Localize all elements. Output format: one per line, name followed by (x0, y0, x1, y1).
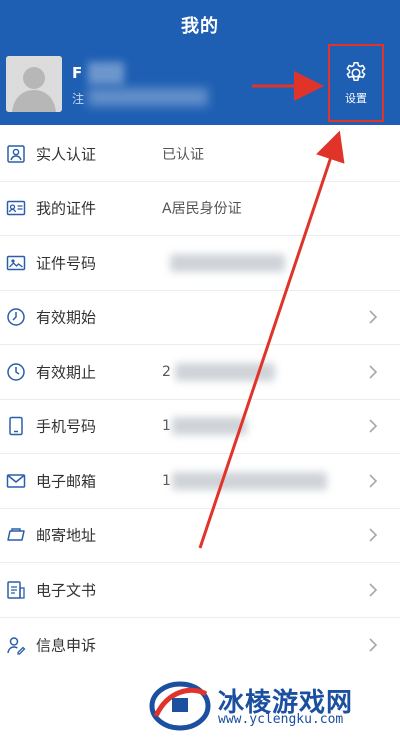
id-card-icon (7, 145, 25, 163)
list-item-valid-until[interactable]: 有效期止 2 (0, 345, 400, 400)
row-label: 邮寄地址 (36, 526, 97, 545)
chevron-right-icon (369, 583, 378, 597)
site-watermark: 冰棱游戏网 www.yclengku.com (148, 676, 398, 736)
list-item-mailing-address[interactable]: 邮寄地址 (0, 509, 400, 563)
row-label: 有效期始 (36, 308, 97, 327)
row-label: 有效期止 (36, 363, 97, 382)
user-name: F (72, 64, 83, 82)
info-list: 实人认证 已认证 我的证件 A居民身份证 证件号码 有效期始 有效期止 2 手机… (0, 127, 400, 672)
chevron-right-icon (369, 419, 378, 433)
row-label: 手机号码 (36, 417, 97, 436)
row-label: 电子文书 (36, 581, 97, 600)
list-item-e-documents[interactable]: 电子文书 (0, 563, 400, 618)
avatar[interactable] (6, 56, 62, 112)
row-label: 信息申诉 (36, 636, 97, 655)
subtitle-redaction (88, 88, 208, 106)
row-label: 实人认证 (36, 145, 97, 164)
settings-button[interactable]: 设置 (328, 44, 384, 122)
clock-icon (7, 308, 25, 326)
row-label: 我的证件 (36, 199, 97, 218)
photo-id-icon (6, 255, 26, 270)
row-value: 2 (162, 363, 171, 380)
list-item-valid-from[interactable]: 有效期始 (0, 291, 400, 345)
value-redaction (172, 417, 247, 436)
watermark-logo-icon (149, 681, 211, 731)
profile-header: 我的 F 注 设置 (0, 0, 400, 125)
chevron-right-icon (369, 638, 378, 652)
value-redaction (170, 253, 285, 272)
chevron-right-icon (369, 310, 378, 324)
appeal-user-icon (7, 637, 26, 655)
user-subtitle: 注 (72, 92, 85, 106)
chevron-right-icon (369, 474, 378, 488)
row-label: 电子邮箱 (36, 472, 97, 491)
default-avatar-icon (6, 56, 62, 112)
name-redaction (88, 62, 124, 84)
list-item-info-appeal[interactable]: 信息申诉 (0, 618, 400, 673)
chevron-right-icon (369, 528, 378, 542)
phone-icon (9, 417, 23, 436)
document-card-icon (6, 201, 26, 216)
row-value: 1 (162, 472, 171, 489)
row-value: 已认证 (162, 146, 204, 163)
list-item-phone-number[interactable]: 手机号码 1 (0, 400, 400, 454)
value-redaction (175, 362, 275, 381)
row-value: 1 (162, 418, 171, 435)
list-item-real-name-auth[interactable]: 实人认证 已认证 (0, 127, 400, 182)
chevron-right-icon (369, 365, 378, 379)
row-value: A居民身份证 (162, 201, 242, 218)
page-title: 我的 (181, 16, 219, 37)
list-item-id-number[interactable]: 证件号码 (0, 236, 400, 291)
list-item-email[interactable]: 电子邮箱 1 (0, 454, 400, 509)
settings-label: 设置 (345, 92, 367, 105)
value-redaction (172, 471, 327, 490)
list-item-my-documents[interactable]: 我的证件 A居民身份证 (0, 182, 400, 236)
row-label: 证件号码 (36, 254, 97, 273)
watermark-url: www.yclengku.com (218, 712, 344, 727)
clock-icon (7, 363, 25, 381)
mail-icon (6, 474, 26, 488)
gear-icon (346, 61, 366, 82)
e-document-icon (7, 581, 25, 599)
parcel-icon (7, 528, 25, 541)
